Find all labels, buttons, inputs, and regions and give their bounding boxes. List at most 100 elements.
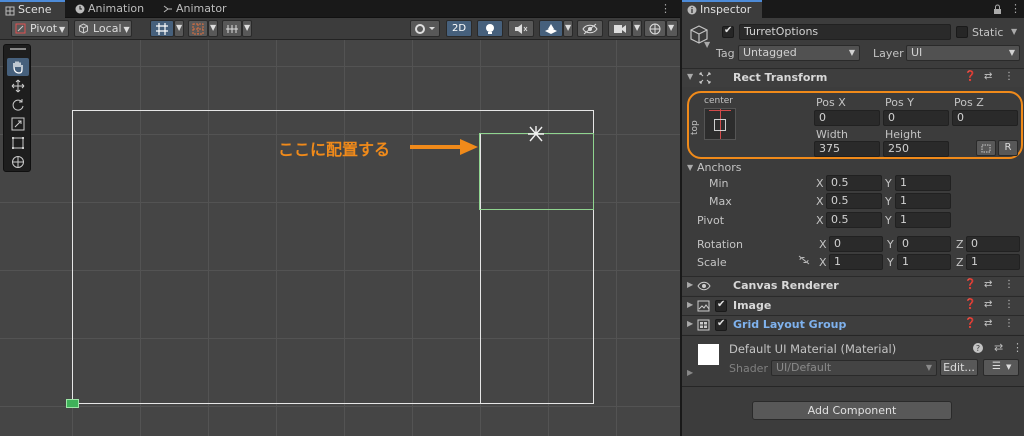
- pos-z-field[interactable]: 0: [952, 110, 1018, 126]
- grid-toggle-button[interactable]: [188, 20, 208, 37]
- preset-icon[interactable]: ⇄: [984, 299, 992, 310]
- material-preview-swatch[interactable]: [698, 344, 719, 365]
- component-menu-icon[interactable]: ⋮: [1012, 341, 1023, 354]
- move-arrows-icon: [11, 79, 25, 93]
- rotation-x-field[interactable]: 0: [829, 236, 883, 252]
- lock-icon[interactable]: [993, 4, 1002, 15]
- static-checkbox[interactable]: [956, 26, 968, 38]
- scale-z-field[interactable]: 1: [966, 254, 1020, 270]
- image-header[interactable]: ▶ Image ❓ ⇄ ⋮: [682, 296, 1024, 315]
- grid-layout-group-header[interactable]: ▶ Grid Layout Group ❓ ⇄ ⋮: [682, 315, 1024, 334]
- effects-menu[interactable]: ▼: [563, 20, 573, 37]
- rect-tool-button[interactable]: [7, 134, 29, 152]
- inspector-menu-icon[interactable]: ⋮: [1010, 2, 1021, 15]
- audio-toggle[interactable]: [508, 20, 534, 37]
- rotation-z-field[interactable]: 0: [966, 236, 1020, 252]
- height-field[interactable]: 250: [883, 141, 949, 157]
- anchor-preset-button[interactable]: [704, 108, 736, 140]
- grid-snap-menu[interactable]: ▼: [174, 20, 184, 37]
- add-component-button[interactable]: Add Component: [752, 401, 952, 420]
- scale-y-field[interactable]: 1: [897, 254, 951, 270]
- raw-edit-button[interactable]: R: [998, 140, 1018, 156]
- grid-snap-button[interactable]: [150, 20, 174, 37]
- object-name-field[interactable]: TurretOptions: [739, 24, 951, 40]
- chevron-down-icon[interactable]: ▼: [704, 40, 710, 49]
- grid-layout-enabled-checkbox[interactable]: [715, 318, 727, 331]
- pos-y-field[interactable]: 0: [883, 110, 949, 126]
- help-icon[interactable]: ❓: [964, 318, 976, 329]
- local-dropdown[interactable]: Local ▼: [74, 20, 132, 37]
- max-x-field[interactable]: 0.5: [826, 193, 882, 209]
- scale-tool-button[interactable]: [7, 115, 29, 133]
- gizmos-button[interactable]: [644, 20, 666, 37]
- link-scale-icon[interactable]: [798, 255, 810, 265]
- tab-scene[interactable]: Scene: [0, 0, 65, 18]
- increment-snap-button[interactable]: [222, 20, 242, 37]
- component-menu-icon[interactable]: ⋮: [1004, 299, 1014, 310]
- scale-x-field[interactable]: 1: [829, 254, 883, 270]
- preset-icon[interactable]: ⇄: [984, 279, 992, 290]
- canvas-renderer-header[interactable]: ▶ Canvas Renderer ❓ ⇄ ⋮: [682, 276, 1024, 295]
- rect-transform-header[interactable]: ▼ Rect Transform ❓ ⇄ ⋮: [682, 68, 1024, 87]
- edit-shader-button[interactable]: Edit...: [940, 359, 978, 376]
- chevron-down-icon: ▼: [925, 363, 932, 372]
- pivot-y-field[interactable]: 1: [895, 212, 951, 228]
- layer-dropdown[interactable]: UI ▼: [906, 45, 1020, 61]
- rotate-tool-button[interactable]: [7, 96, 29, 114]
- help-icon[interactable]: ❓: [964, 279, 976, 290]
- camera-settings-menu[interactable]: ▼: [632, 20, 642, 37]
- scene-view[interactable]: ここに配置する: [0, 40, 680, 436]
- kebab-menu-icon[interactable]: ⋮: [660, 2, 671, 15]
- help-icon[interactable]: ❓: [964, 299, 976, 310]
- preset-icon[interactable]: ⇄: [984, 318, 992, 329]
- pivot-x-axis-label: X: [816, 214, 824, 227]
- image-enabled-checkbox[interactable]: [715, 299, 727, 312]
- pivot-dropdown[interactable]: Pivot ▼: [11, 20, 69, 37]
- shading-mode-button[interactable]: [410, 20, 440, 37]
- chevron-down-icon[interactable]: ▼: [687, 163, 693, 172]
- selected-rect-outline[interactable]: [479, 133, 594, 210]
- blueprint-mode-button[interactable]: [976, 140, 996, 156]
- blueprint-icon: [981, 144, 991, 153]
- chevron-down-icon[interactable]: ▼: [1011, 27, 1017, 36]
- component-menu-icon[interactable]: ⋮: [1004, 318, 1014, 329]
- gizmos-menu[interactable]: ▼: [666, 20, 678, 37]
- increment-snap-menu[interactable]: ▼: [242, 20, 252, 37]
- rotation-y-field[interactable]: 0: [897, 236, 951, 252]
- chevron-right-icon[interactable]: ▶: [687, 368, 693, 377]
- grid-toggle-menu[interactable]: ▼: [208, 20, 218, 37]
- preset-icon[interactable]: ⇄: [984, 71, 992, 82]
- hand-tool-button[interactable]: [7, 58, 29, 76]
- min-y-axis-label: Y: [885, 177, 892, 190]
- help-icon[interactable]: ?: [972, 342, 984, 354]
- preset-icon[interactable]: ⇄: [994, 341, 1003, 354]
- component-menu-icon[interactable]: ⋮: [1004, 279, 1014, 290]
- tag-dropdown[interactable]: Untagged ▼: [738, 45, 860, 61]
- max-x-axis-label: X: [816, 195, 824, 208]
- scale-z-axis-label: Z: [956, 256, 964, 269]
- help-icon[interactable]: ❓: [964, 71, 976, 82]
- pos-x-field[interactable]: 0: [814, 110, 880, 126]
- effects-toggle[interactable]: [539, 20, 563, 37]
- pivot-x-field[interactable]: 0.5: [826, 212, 882, 228]
- active-checkbox[interactable]: [722, 25, 734, 38]
- drag-handle[interactable]: [10, 48, 26, 50]
- tab-inspector[interactable]: Inspector: [682, 0, 762, 18]
- lighting-toggle[interactable]: [477, 20, 503, 37]
- tab-animation[interactable]: Animation: [70, 0, 146, 18]
- max-y-field[interactable]: 1: [895, 193, 951, 209]
- min-x-field[interactable]: 0.5: [826, 175, 882, 191]
- clock-icon: [75, 4, 85, 14]
- camera-settings-button[interactable]: [608, 20, 632, 37]
- shader-options-button[interactable]: ☰ ▼: [983, 359, 1019, 376]
- component-menu-icon[interactable]: ⋮: [1004, 71, 1014, 82]
- anchor-marker-icon[interactable]: [526, 124, 546, 144]
- tab-animator[interactable]: Animator: [158, 0, 228, 18]
- width-field[interactable]: 375: [814, 141, 880, 157]
- move-tool-button[interactable]: [7, 77, 29, 95]
- min-y-field[interactable]: 1: [895, 175, 951, 191]
- scene-visibility-toggle[interactable]: [577, 20, 603, 37]
- transform-tool-button[interactable]: [7, 153, 29, 171]
- mode-2d-button[interactable]: 2D: [446, 20, 472, 37]
- shader-dropdown[interactable]: UI/Default ▼: [771, 360, 937, 376]
